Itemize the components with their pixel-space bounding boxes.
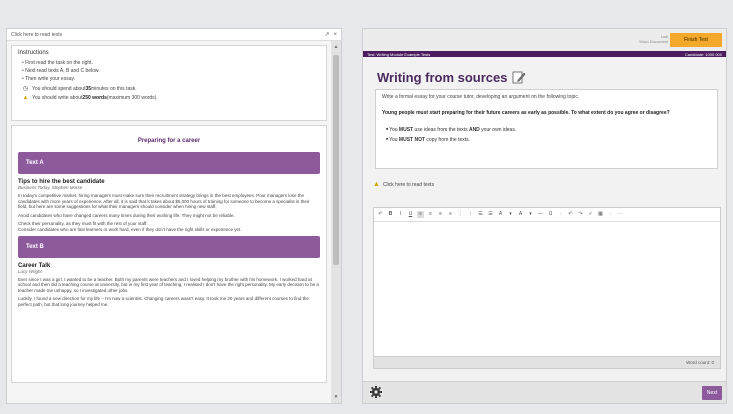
writing-pane: Listi Word Document Finish Test Test: Wr… [362,28,727,404]
warning-icon: ▲ [22,95,29,101]
dropdown-icon[interactable]: ▾ [527,211,534,218]
special-chars-icon[interactable]: Ω [547,211,554,218]
editor-toolbar: ↶ B I U ≡ ≡ ≡ ≡ ⋮ ⁝ ☰ ☰ A ▾ A ▾ — Ω · ↶ … [374,208,720,222]
instructions-title: Instructions [18,50,49,56]
rule-text: copy from the texts. [425,136,471,143]
rule-text: You [389,136,399,143]
words-note-post: (maximum 300 words). [106,95,158,101]
rule-text: use ideas from the texts [413,126,469,133]
rule-emphasis: MUST [398,126,414,133]
next-button[interactable]: Next [702,386,722,400]
essay-text-area[interactable] [374,222,720,354]
spellcheck-icon[interactable]: ✓ [587,211,594,218]
rule-emphasis: AND [468,126,480,133]
texts-pane-label[interactable]: Click here to read texts [11,32,320,38]
task-rule: You MUST NOT copy from the texts. [386,137,711,143]
align-right-icon[interactable]: ≡ [437,211,444,218]
task-rules: You MUST use ideas from the texts AND yo… [382,127,711,143]
task-bar-title: Test: Writing Module Example Tests [367,51,431,57]
time-note: ◷ You should spend about 35 minutes on t… [22,85,320,93]
bold-button[interactable]: B [387,211,394,218]
rule-text: your own ideas. [479,126,517,133]
bullet-list-icon[interactable]: ⋮ [457,211,464,218]
task-instruction: Write a formal essay for your course tut… [382,94,580,100]
texts-pane: Click here to read texts ↗ × Instruction… [6,28,342,404]
text-a-paragraph: In today's competitive market, hiring ma… [18,193,310,210]
texts-pane-bar: Click here to read texts ↗ × [7,29,341,41]
finish-test-button[interactable]: Finish Test [670,33,722,47]
redo-icon[interactable]: ↷ [577,211,584,218]
close-icon[interactable]: × [333,32,337,38]
undo-icon[interactable]: ↶ [567,211,574,218]
text-a-paragraph: Consider candidates who are fast learner… [18,226,242,232]
table-icon[interactable]: ▦ [597,211,604,218]
align-left-icon[interactable]: ≡ [417,211,424,218]
text-a-heading: Text A [18,152,320,174]
words-note-pre: You should write about [32,95,83,101]
word-count: Word count: 0 [374,356,720,368]
dropdown-icon[interactable]: ▾ [507,211,514,218]
click-to-read-link[interactable]: ▲ Click here to read texts [373,181,726,188]
task-rule: You MUST use ideas from the texts AND yo… [386,127,711,133]
rule-emphasis: MUST NOT [398,136,426,143]
separator: · [609,211,612,217]
text-b-paragraph: Luckily, I found a new direction for my … [18,296,309,307]
writing-title: Writing from sources [363,57,726,89]
text-color-icon[interactable]: A [497,211,504,218]
time-note-post: minutes on this task. [91,85,137,92]
text-a-source: Business Today, Stephen Morse [18,185,83,190]
warning-icon: ▲ [373,181,380,188]
click-to-read-text[interactable]: Click here to read texts [383,182,434,188]
instruction-item: First read the task on the right. [22,60,320,66]
align-justify-icon[interactable]: ≡ [447,211,454,218]
text-b-paragraph: Ever since I was a girl, I wanted to be … [18,276,319,293]
bottom-bar: Next [363,381,726,403]
scrollbar-thumb[interactable] [333,55,339,265]
expand-icon[interactable]: ↗ [324,32,329,38]
more-icon[interactable]: ⋯ [617,211,624,218]
instruction-item: Then write your essay. [22,76,320,82]
align-center-icon[interactable]: ≡ [427,211,434,218]
texts-scrollbar[interactable]: ▲ ▼ [331,41,341,403]
task-box: Write a formal essay for your course tut… [375,89,718,169]
top-info: Listi Word Document [639,34,668,44]
instructions-box: Instructions First read the task on the … [11,45,327,121]
pencil-icon [512,71,526,84]
top-strip: Listi Word Document Finish Test [363,29,726,51]
instruction-item: Next read texts A, B and C below. [22,68,320,74]
gear-icon[interactable] [369,385,383,399]
essay-editor[interactable]: ↶ B I U ≡ ≡ ≡ ≡ ⋮ ⁝ ☰ ☰ A ▾ A ▾ — Ω · ↶ … [373,207,721,369]
clock-icon: ◷ [22,86,29,92]
undo-icon[interactable]: ↶ [377,211,384,218]
words-note: ▲ You should write about 250 words (maxi… [22,95,320,101]
writing-title-text: Writing from sources [377,69,508,85]
scroll-down-icon[interactable]: ▼ [331,393,341,401]
separator: · [559,211,562,217]
top-info-line2: Word Document [639,39,668,44]
candidate-label: Candidate: 1000 000 [684,51,722,57]
text-b-heading: Text B [18,235,320,258]
underline-button[interactable]: U [407,211,414,218]
words-note-value: 250 words [82,95,107,101]
scroll-up-icon[interactable]: ▲ [331,43,341,51]
texts-scroll-area[interactable]: Instructions First read the task on the … [7,41,331,403]
indent-icon[interactable]: ☰ [487,211,494,218]
outdent-icon[interactable]: ☰ [477,211,484,218]
highlight-color-icon[interactable]: A [517,211,524,218]
document-title: Preparing for a career [137,138,201,144]
time-note-pre: You should spend about [32,85,86,92]
task-question: Young people must start preparing for th… [382,110,670,116]
rule-text: You [389,126,399,133]
horizontal-rule-icon[interactable]: — [537,211,544,218]
text-a-paragraph: Avoid candidates who have changed career… [18,212,235,218]
instructions-list: First read the task on the right. Next r… [18,60,320,82]
numbered-list-icon[interactable]: ⁝ [467,211,474,218]
source-document: Preparing for a career Text A Tips to hi… [11,125,327,383]
italic-button[interactable]: I [397,211,404,218]
text-b-source: Lucy Wright [18,268,42,274]
